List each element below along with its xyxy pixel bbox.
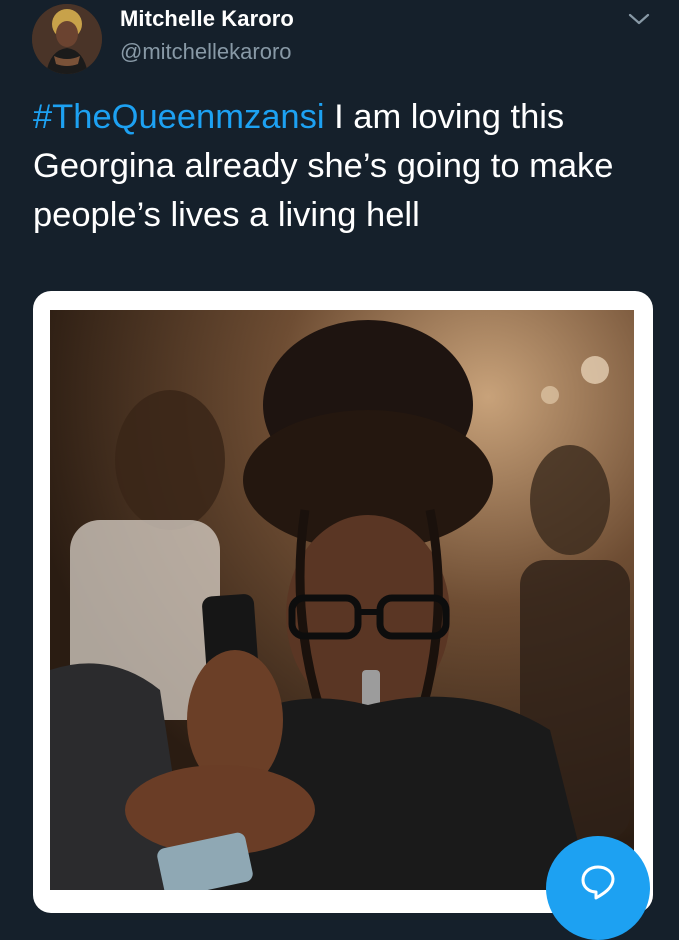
- tweet-photo[interactable]: [50, 310, 634, 890]
- chevron-down-icon[interactable]: [626, 8, 652, 30]
- avatar-image: [32, 4, 102, 74]
- author-handle[interactable]: @mitchellekaroro: [120, 39, 292, 65]
- avatar[interactable]: [32, 4, 102, 74]
- hashtag-link[interactable]: #TheQueenmzansi: [33, 98, 325, 136]
- author-name[interactable]: Mitchelle Karoro: [120, 6, 294, 32]
- photo-image: [50, 310, 634, 890]
- tweet-text: #TheQueenmzansi I am loving this Georgin…: [33, 93, 663, 240]
- compose-button[interactable]: [546, 836, 650, 940]
- speech-bubble-icon: [581, 865, 615, 900]
